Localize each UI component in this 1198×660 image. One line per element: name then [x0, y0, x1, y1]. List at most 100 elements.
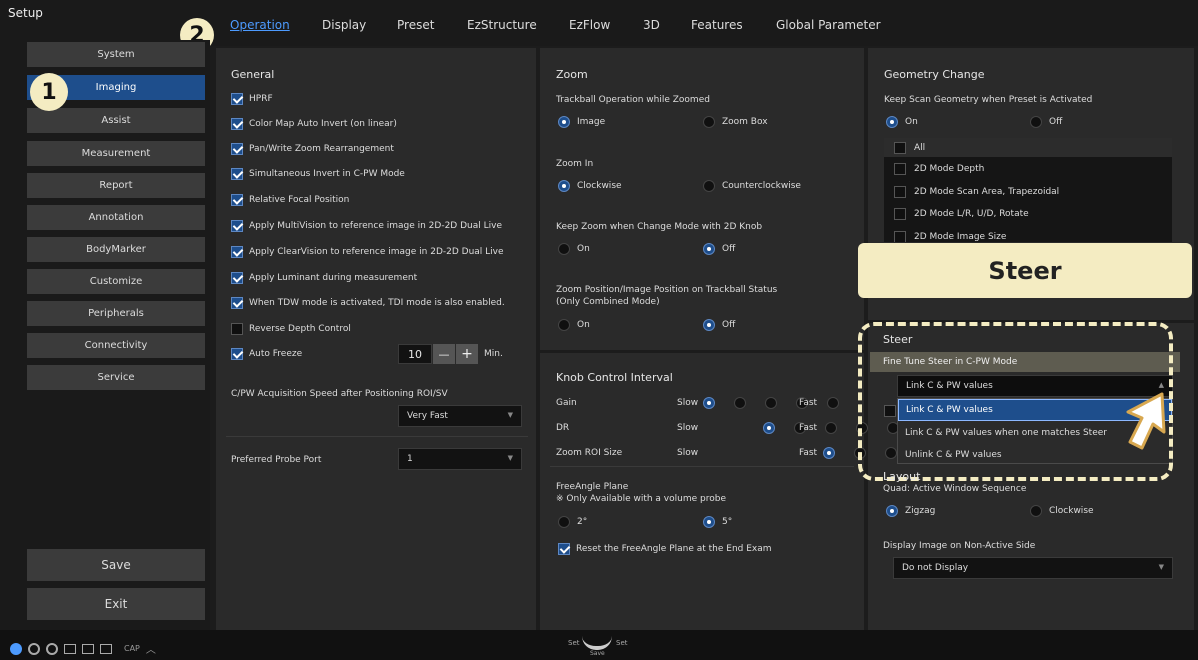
radio-icon[interactable]: [558, 516, 570, 528]
checkbox-icon[interactable]: [231, 143, 243, 155]
checkbox-icon[interactable]: [558, 543, 570, 555]
list-item[interactable]: All: [884, 138, 1172, 157]
multivision-checkbox[interactable]: Apply MultiVision to reference image in …: [231, 220, 502, 232]
acq-speed-select[interactable]: Very Fast ▼: [398, 405, 522, 427]
clearvision-checkbox[interactable]: Apply ClearVision to reference image in …: [231, 246, 504, 258]
tab-features[interactable]: Features: [691, 18, 743, 32]
display-non-active-select[interactable]: Do not Display ▼: [893, 557, 1173, 579]
tab-ezstructure[interactable]: EzStructure: [467, 18, 537, 32]
checkbox-icon[interactable]: [231, 246, 243, 258]
radio-clockwise[interactable]: Clockwise: [558, 180, 622, 192]
radio-icon[interactable]: [558, 116, 570, 128]
increment-button[interactable]: +: [456, 344, 478, 364]
tab-display[interactable]: Display: [322, 18, 366, 32]
network-icon[interactable]: [28, 642, 40, 655]
checkbox-icon[interactable]: [894, 207, 906, 220]
chevron-up-icon[interactable]: ︿: [146, 641, 156, 656]
radio-geometry-on[interactable]: On: [886, 116, 918, 128]
radio-icon[interactable]: [703, 319, 715, 331]
pan-write-zoom-checkbox[interactable]: Pan/Write Zoom Rearrangement: [231, 143, 394, 155]
sidebar-item-bodymarker[interactable]: BodyMarker: [27, 237, 205, 262]
knob-level-radio[interactable]: [703, 397, 715, 409]
radio-icon[interactable]: [703, 180, 715, 192]
checkbox-icon[interactable]: [231, 194, 243, 206]
tab-preset[interactable]: Preset: [397, 18, 434, 32]
radio-5-degrees[interactable]: 5°: [703, 516, 732, 528]
radio-geometry-off[interactable]: Off: [1030, 116, 1062, 128]
radio-icon[interactable]: [703, 243, 715, 255]
auto-freeze-checkbox[interactable]: Auto Freeze: [231, 348, 302, 360]
list-item[interactable]: 2D Mode Depth: [884, 159, 1172, 178]
decrement-button[interactable]: —: [433, 344, 455, 364]
checkbox-icon[interactable]: [231, 118, 243, 130]
radio-zoom-pos-off[interactable]: Off: [703, 319, 735, 331]
media-icon[interactable]: [100, 643, 112, 654]
list-item[interactable]: 2D Mode Image Size: [884, 227, 1172, 242]
radio-icon[interactable]: [703, 516, 715, 528]
user-icon[interactable]: [10, 642, 22, 655]
sidebar-item-system[interactable]: System: [27, 42, 205, 67]
checkbox-icon[interactable]: [894, 185, 906, 198]
checkbox-icon[interactable]: [231, 220, 243, 232]
relative-focal-checkbox[interactable]: Relative Focal Position: [231, 194, 349, 206]
checkbox-icon[interactable]: [231, 297, 243, 309]
checkbox-icon[interactable]: [894, 141, 906, 154]
checkbox-icon[interactable]: [231, 323, 243, 335]
checkbox-icon[interactable]: [894, 162, 906, 175]
sidebar-item-report[interactable]: Report: [27, 173, 205, 198]
radio-2-degrees[interactable]: 2°: [558, 516, 587, 528]
radio-image[interactable]: Image: [558, 116, 605, 128]
knob-level-radio[interactable]: [823, 447, 835, 459]
tab-global-parameter[interactable]: Global Parameter: [776, 18, 881, 32]
clock-icon[interactable]: [46, 642, 58, 655]
checkbox-icon[interactable]: [231, 93, 243, 105]
radio-icon[interactable]: [703, 116, 715, 128]
radio-keep-zoom-on[interactable]: On: [558, 243, 590, 255]
checkbox-icon[interactable]: [894, 230, 906, 242]
radio-layout-clockwise[interactable]: Clockwise: [1030, 505, 1094, 517]
checkbox-icon[interactable]: [231, 348, 243, 360]
sidebar-item-connectivity[interactable]: Connectivity: [27, 333, 205, 358]
color-map-auto-invert-checkbox[interactable]: Color Map Auto Invert (on linear): [231, 118, 397, 130]
radio-zoom-pos-on[interactable]: On: [558, 319, 590, 331]
radio-icon[interactable]: [558, 243, 570, 255]
hprf-checkbox[interactable]: HPRF: [231, 93, 273, 105]
knob-level-radio[interactable]: [765, 397, 777, 409]
sidebar-item-peripherals[interactable]: Peripherals: [27, 301, 205, 326]
checkbox-icon[interactable]: [231, 168, 243, 180]
reset-freeangle-checkbox[interactable]: Reset the FreeAngle Plane at the End Exa…: [558, 543, 772, 555]
knob-level-radio[interactable]: [734, 397, 746, 409]
radio-icon[interactable]: [886, 505, 898, 517]
radio-icon[interactable]: [558, 319, 570, 331]
knob-level-radio[interactable]: [827, 397, 839, 409]
reverse-depth-checkbox[interactable]: Reverse Depth Control: [231, 323, 351, 335]
auto-freeze-value[interactable]: 10: [398, 344, 432, 364]
radio-icon[interactable]: [1030, 116, 1042, 128]
checkbox-icon[interactable]: [231, 272, 243, 284]
printer-icon[interactable]: [82, 643, 94, 654]
probe-port-select[interactable]: 1 ▼: [398, 448, 522, 470]
simultaneous-invert-checkbox[interactable]: Simultaneous Invert in C-PW Mode: [231, 168, 405, 180]
sidebar-item-service[interactable]: Service: [27, 365, 205, 390]
list-item[interactable]: 2D Mode L/R, U/D, Rotate: [884, 204, 1172, 223]
radio-icon[interactable]: [558, 180, 570, 192]
knob-level-radio[interactable]: [825, 422, 837, 434]
radio-counterclockwise[interactable]: Counterclockwise: [703, 180, 801, 192]
sidebar-item-measurement[interactable]: Measurement: [27, 141, 205, 166]
radio-icon[interactable]: [1030, 505, 1042, 517]
radio-keep-zoom-off[interactable]: Off: [703, 243, 735, 255]
tab-operation[interactable]: Operation: [230, 18, 290, 32]
list-item[interactable]: 2D Mode Scan Area, Trapezoidal: [884, 182, 1172, 201]
sidebar-item-customize[interactable]: Customize: [27, 269, 205, 294]
sidebar-item-assist[interactable]: Assist: [27, 108, 205, 133]
exit-button[interactable]: Exit: [27, 588, 205, 620]
radio-zoom-box[interactable]: Zoom Box: [703, 116, 768, 128]
radio-icon[interactable]: [886, 116, 898, 128]
tab-3d[interactable]: 3D: [643, 18, 660, 32]
tdw-tdi-checkbox[interactable]: When TDW mode is activated, TDI mode is …: [231, 297, 505, 309]
knob-level-radio[interactable]: [763, 422, 775, 434]
storage-icon[interactable]: [64, 643, 76, 654]
tab-ezflow[interactable]: EzFlow: [569, 18, 610, 32]
luminant-checkbox[interactable]: Apply Luminant during measurement: [231, 272, 417, 284]
radio-zigzag[interactable]: Zigzag: [886, 505, 935, 517]
